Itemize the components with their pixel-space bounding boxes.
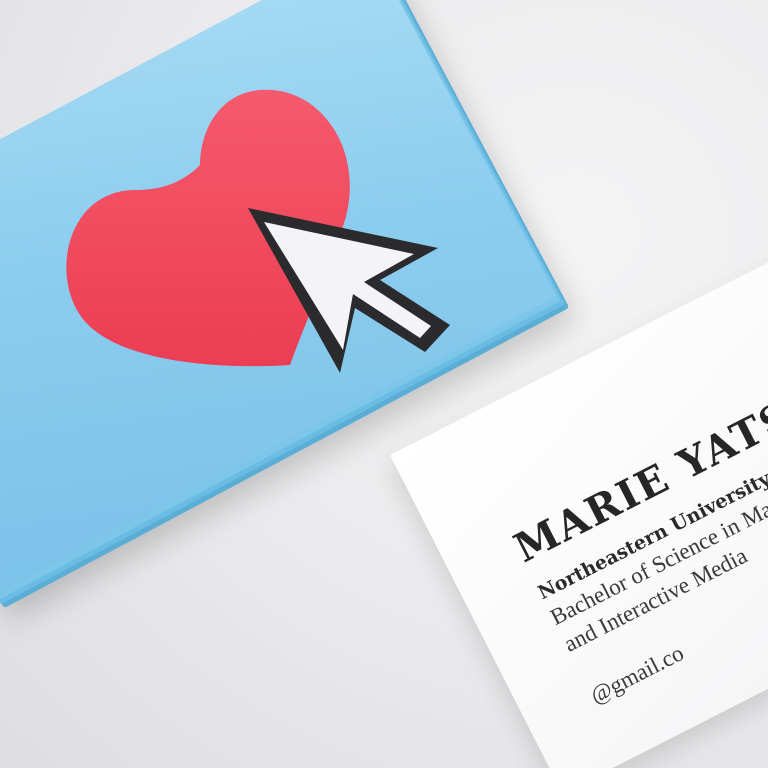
heart-cursor-graphic [66,89,450,373]
photo-scene: MARIE YATSYK Northeastern University Cla… [0,0,768,768]
card-text-block: MARIE YATSYK Northeastern University Cla… [507,361,768,709]
